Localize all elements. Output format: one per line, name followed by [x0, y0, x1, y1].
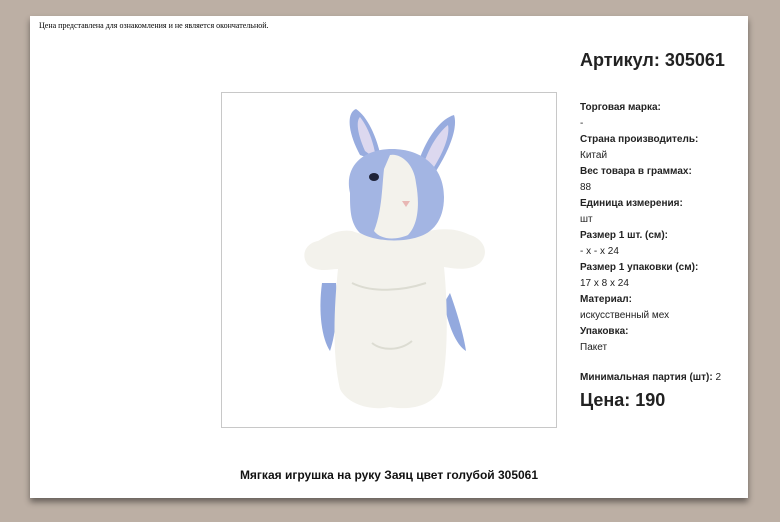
- spec-value-brand: -: [580, 118, 584, 129]
- spec-value-unit: шт: [580, 214, 593, 225]
- spec-list: Торговая марка: - Страна производитель: …: [580, 100, 740, 356]
- product-title: Мягкая игрушка на руку Заяц цвет голубой…: [239, 468, 539, 482]
- spec-value-item-size: - x - x 24: [580, 246, 619, 257]
- spec-value-packaging: Пакет: [580, 342, 608, 353]
- article-number: Артикул: 305061: [580, 50, 725, 70]
- price: Цена: 190: [580, 390, 666, 410]
- product-sheet: Цена представлена для ознакомления и не …: [30, 16, 748, 498]
- min-batch: Минимальная партия (шт): 2: [580, 372, 721, 383]
- spec-value-package-size: 17 x 8 x 24: [580, 278, 629, 289]
- spec-label-unit: Единица измерения:: [580, 198, 683, 209]
- spec-label-country: Страна производитель:: [580, 134, 699, 145]
- product-photo: [221, 92, 557, 428]
- spec-value-weight: 88: [580, 182, 592, 193]
- price-notice: Цена представлена для ознакомления и не …: [39, 21, 269, 30]
- min-batch-value: 2: [715, 372, 722, 383]
- spec-value-material: искусственный мех: [580, 310, 670, 321]
- bunny-puppet-image: [304, 109, 485, 409]
- spec-label-weight: Вес товара в граммах:: [580, 166, 692, 177]
- min-batch-label: Минимальная партия (шт):: [580, 372, 713, 383]
- spec-value-country: Китай: [580, 150, 608, 161]
- spec-label-material: Материал:: [580, 294, 632, 305]
- spec-label-package-size: Размер 1 упаковки (см):: [580, 262, 699, 273]
- spec-label-packaging: Упаковка:: [580, 326, 629, 337]
- spec-label-brand: Торговая марка:: [580, 102, 661, 113]
- spec-label-item-size: Размер 1 шт. (см):: [580, 230, 668, 241]
